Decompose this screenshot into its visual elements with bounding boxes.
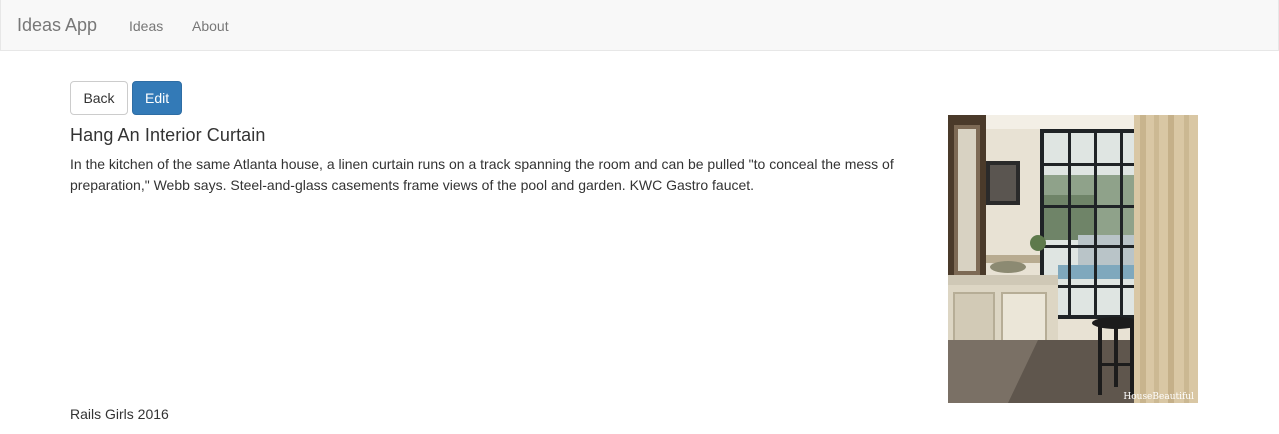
idea-image: HouseBeautiful (948, 115, 1198, 403)
idea-title: Hang An Interior Curtain (70, 125, 266, 145)
nav-link-ideas[interactable]: Ideas (129, 17, 163, 35)
footer-text: Rails Girls 2016 (70, 406, 169, 422)
idea-description: In the kitchen of the same Atlanta house… (70, 156, 894, 193)
nav-link-about[interactable]: About (192, 17, 229, 35)
brand-link[interactable]: Ideas App (17, 14, 97, 36)
edit-button[interactable]: Edit (132, 81, 182, 115)
image-watermark-text: HouseBeautiful (1123, 392, 1194, 402)
navbar: Ideas App Ideas About (0, 0, 1279, 51)
back-button[interactable]: Back (70, 81, 128, 115)
